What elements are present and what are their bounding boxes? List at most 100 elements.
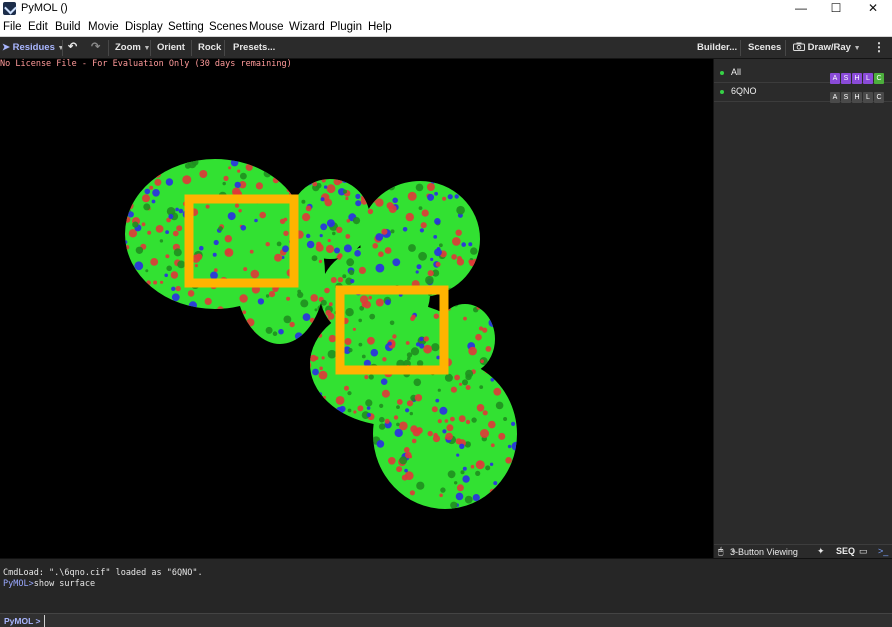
menu-movie[interactable]: Movie [88,21,119,33]
surface-atom-patch [262,365,267,369]
wand-icon[interactable]: ✦ [817,546,825,557]
surface-atom-patch [175,422,180,427]
surface-atom-patch [245,467,252,474]
surface-atom-patch [150,258,159,266]
surface-atom-patch [423,516,427,520]
menu-mouse[interactable]: Mouse [249,21,284,33]
menu-plugin[interactable]: Plugin [330,21,362,33]
surface-atom-patch [118,532,125,539]
surface-atom-patch [364,518,368,522]
console-line: PyMOL>show surface [3,579,96,589]
surface-atom-patch [435,398,440,403]
surface-atom-patch [125,456,126,463]
surface-atom-patch [262,445,271,454]
console-icon[interactable]: >_ [878,546,888,556]
surface-atom-patch [294,169,299,173]
scenes-button[interactable]: Scenes [748,42,781,53]
toolbar-divider [191,40,192,56]
surface-atom-patch [188,496,193,501]
maximize-button[interactable]: ☐ [818,0,854,18]
color-button[interactable]: C [874,92,884,103]
surface-atom-patch [278,490,287,498]
show-button[interactable]: S [841,92,851,103]
surface-atom-patch [476,404,485,412]
undo-icon[interactable]: ↶ [68,40,77,53]
builder-button[interactable]: Builder... [697,42,737,53]
surface-atom-patch [125,240,128,245]
surface-atom-patch [511,244,517,252]
action-button[interactable]: A [830,92,840,103]
surface-atom-patch [141,355,149,363]
surface-atom-patch [479,385,484,389]
surface-atom-patch [396,399,403,405]
close-button[interactable]: ✕ [855,0,891,18]
surface-atom-patch [318,494,325,501]
surface-atom-patch [234,505,242,509]
surface-atom-patch [216,401,223,408]
surface-atom-patch [208,364,217,373]
surface-atom-patch [345,196,349,201]
surface-atom-patch [355,193,361,199]
visibility-indicator[interactable] [720,90,724,94]
surface-atom-patch [456,534,464,542]
surface-atom-patch [514,203,517,210]
menu-file[interactable]: File [3,21,22,33]
surface-atom-patch [199,245,204,251]
surface-atom-patch [369,511,373,515]
surface-atom-patch [125,280,126,288]
surface-atom-patch [505,457,512,464]
surface-atom-patch [339,464,346,471]
label-button[interactable]: L [863,92,873,103]
menu-display[interactable]: Display [125,21,163,33]
surface-atom-patch [454,194,459,199]
menu-build[interactable]: Build [55,21,81,33]
surface-atom-patch [252,348,259,355]
menu-edit[interactable]: Edit [28,21,48,33]
menu-setting[interactable]: Setting [168,21,204,33]
zoom-dropdown[interactable]: Zoom ▼ [115,42,150,53]
minimize-button[interactable]: — [783,0,819,18]
orient-button[interactable]: Orient [157,42,185,53]
molecular-viewport[interactable]: No License File - For Evaluation Only (3… [0,59,713,558]
object-row-all[interactable]: All ASHLC [714,63,892,84]
draw-ray-dropdown[interactable]: Draw/Ray ▼ [793,42,861,53]
menu-help[interactable]: Help [368,21,392,33]
menu-wizard[interactable]: Wizard [289,21,325,33]
surface-atom-patch [148,487,156,495]
surface-atom-patch [324,198,333,207]
visibility-indicator[interactable] [720,71,724,75]
redo-icon[interactable]: ↷ [91,40,100,53]
surface-atom-patch [463,316,467,321]
surface-atom-patch [220,335,224,339]
menu-scenes[interactable]: Scenes [209,21,247,33]
panel-icon[interactable]: ▭ [859,546,868,557]
surface-atom-patch [184,163,191,169]
sequence-button[interactable]: SEQ [836,546,855,556]
surface-atom-patch [162,505,168,509]
surface-atom-patch [427,193,435,201]
command-input[interactable] [44,615,890,627]
surface-atom-patch [462,523,467,528]
surface-atom-patch [146,280,151,285]
surface-atom-patch [372,243,379,249]
object-row-6qno[interactable]: 6QNO ASHLC [714,82,892,103]
surface-atom-patch [524,365,530,371]
hide-button[interactable]: H [852,92,862,103]
surface-atom-patch [226,426,230,431]
surface-atom-patch [210,539,215,544]
surface-atom-patch [208,386,215,393]
surface-atom-patch [200,448,207,455]
surface-atom-patch [142,194,150,203]
surface-atom-patch [479,276,484,281]
selection-mode-dropdown[interactable]: ➤ Residues ▼ [2,42,64,53]
presets-button[interactable]: Presets... [233,42,275,53]
surface-atom-patch [248,473,254,479]
surface-atom-patch [315,504,320,509]
command-bar: PyMOL > [0,613,892,627]
surface-atom-patch [499,268,506,274]
more-options-icon[interactable]: ⋮ [873,40,885,54]
surface-atom-patch [439,406,448,415]
surface-atom-patch [275,154,279,158]
rock-button[interactable]: Rock [198,42,221,53]
protein-surface-render [118,154,530,544]
